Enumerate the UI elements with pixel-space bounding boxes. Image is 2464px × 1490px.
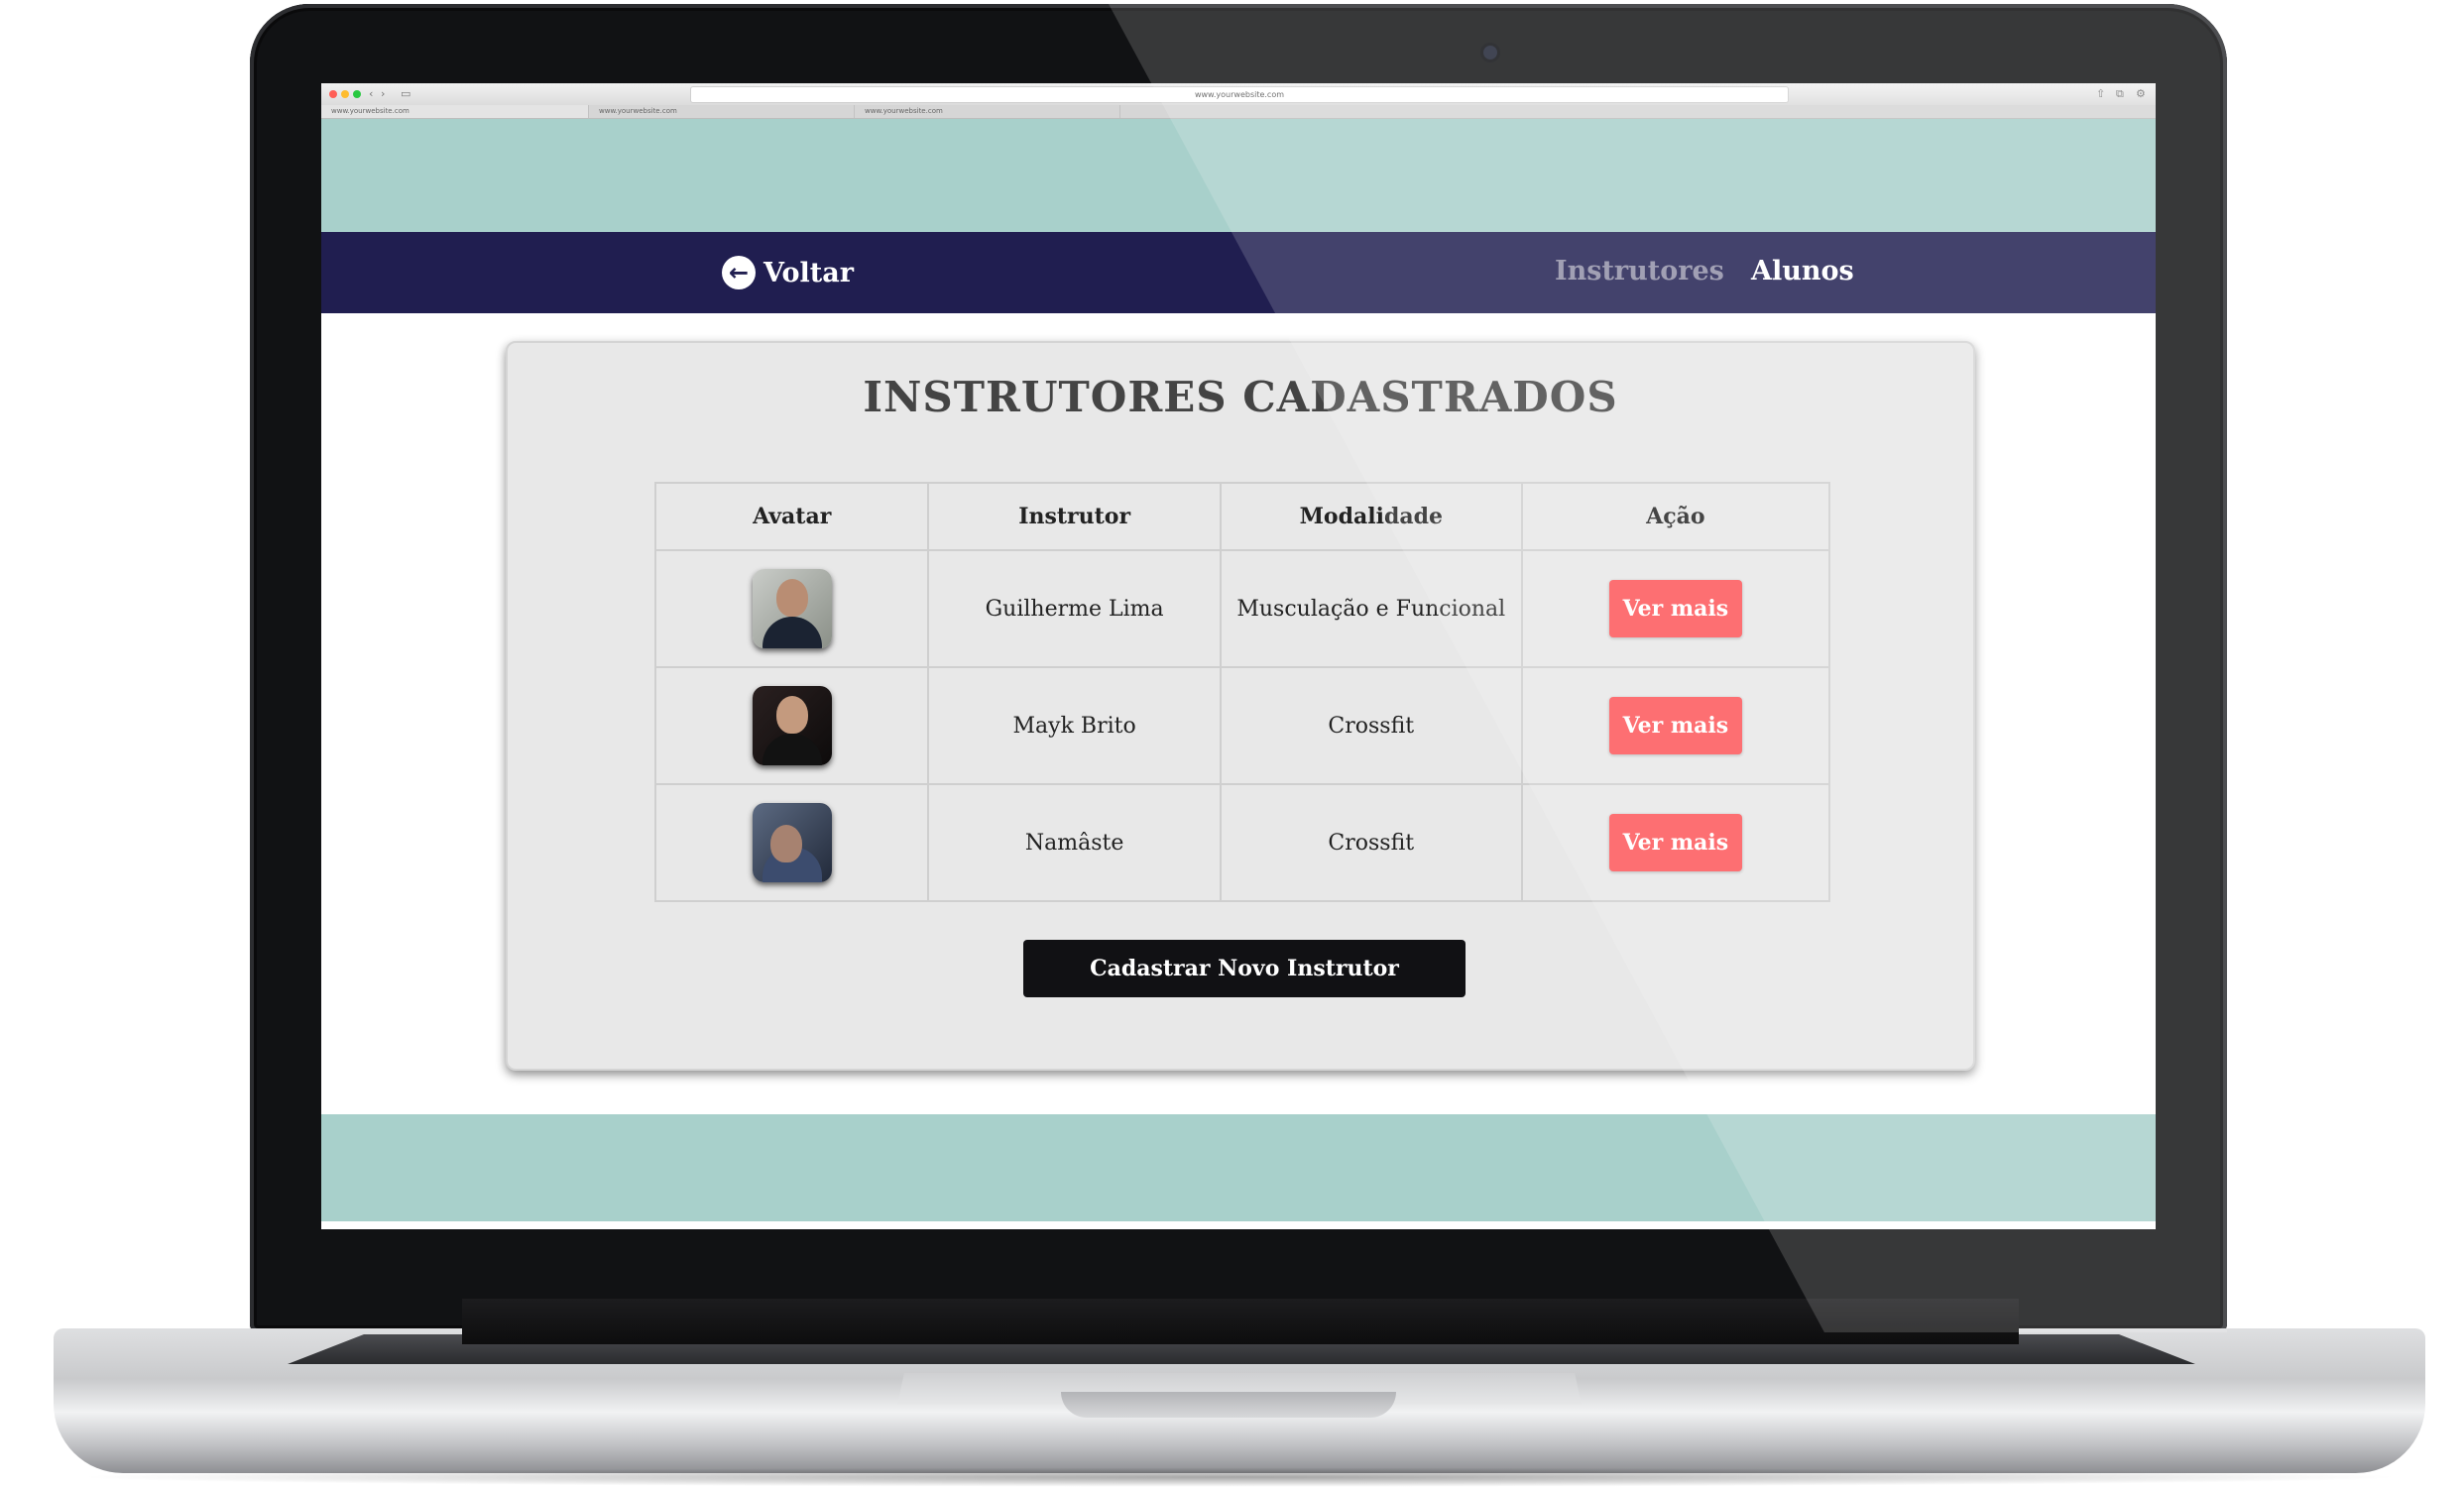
sidebar-icon[interactable]: ▭ [401,85,411,103]
ver-mais-button[interactable]: Ver mais [1608,814,1742,871]
back-button[interactable]: ← Voltar [722,255,854,290]
table-row: Guilherme Lima Musculação e Funcional Ve… [653,549,1831,668]
nav-link-instrutores[interactable]: Instrutores [1555,256,1724,287]
column-header-acao: Ação [1520,482,1831,551]
browser-tab[interactable]: www.yourwebsite.com [855,105,1120,118]
tab-bar: www.yourwebsite.com www.yourwebsite.com … [321,105,2156,119]
table-header-row: Avatar Instrutor Modalidade Ação [653,482,1831,551]
instructor-name: Namâste [927,783,1222,902]
action-cell: Ver mais [1520,549,1831,668]
instructor-modality: Musculação e Funcional [1219,549,1523,668]
instructor-modality: Crossfit [1219,783,1523,902]
browser-toolbar: ‹ › ▭ www.yourwebsite.com ⇧ ⧉ ⚙ [321,83,2156,106]
settings-icon[interactable]: ⚙ [2136,85,2146,103]
avatar [752,569,832,648]
instructors-card: INSTRUTORES CADASTRADOS Avatar Instrutor… [506,341,1975,1071]
ver-mais-button[interactable]: Ver mais [1608,697,1742,754]
table-row: Namâste Crossfit Ver mais [653,783,1831,902]
avatar [752,686,832,765]
nav-link-alunos[interactable]: Alunos [1751,256,1854,287]
action-cell: Ver mais [1520,783,1831,902]
share-icon[interactable]: ⇧ [2096,85,2105,103]
column-header-instrutor: Instrutor [927,482,1222,551]
avatar-cell [653,783,930,902]
action-cell: Ver mais [1520,666,1831,785]
instructors-table: Avatar Instrutor Modalidade Ação Guilher… [653,482,1831,902]
navbar: ← Voltar Instrutores Alunos [321,232,2156,313]
add-instructor-button[interactable]: Cadastrar Novo Instrutor [1023,940,1466,997]
back-arrow-icon[interactable]: ‹ [369,85,373,103]
instructor-name: Mayk Brito [927,666,1222,785]
maximize-window-icon[interactable] [353,90,361,98]
avatar-cell [653,549,930,668]
address-bar[interactable]: www.yourwebsite.com [690,86,1789,103]
laptop-hinge [462,1299,2019,1344]
ver-mais-button[interactable]: Ver mais [1608,580,1742,637]
close-window-icon[interactable] [329,90,337,98]
instructor-name: Guilherme Lima [927,549,1222,668]
page-title: INSTRUTORES CADASTRADOS [863,373,1618,421]
laptop-notch [1061,1392,1396,1418]
instructor-modality: Crossfit [1219,666,1523,785]
footer-band [321,1114,2156,1221]
header-band [321,119,2156,232]
arrow-left-circle-icon: ← [722,256,756,289]
avatar [752,803,832,882]
browser-tab[interactable]: www.yourwebsite.com [589,105,855,118]
avatar-cell [653,666,930,785]
browser-tab[interactable]: www.yourwebsite.com [321,105,589,118]
back-label: Voltar [763,257,854,288]
column-header-avatar: Avatar [653,482,930,551]
laptop-shadow [69,1467,2409,1487]
screen: ‹ › ▭ www.yourwebsite.com ⇧ ⧉ ⚙ www.your… [321,83,2156,1229]
tabs-icon[interactable]: ⧉ [2116,85,2124,103]
minimize-window-icon[interactable] [341,90,349,98]
table-row: Mayk Brito Crossfit Ver mais [653,666,1831,785]
column-header-modalidade: Modalidade [1219,482,1523,551]
forward-arrow-icon[interactable]: › [381,85,385,103]
webcam-icon [1483,46,1497,59]
